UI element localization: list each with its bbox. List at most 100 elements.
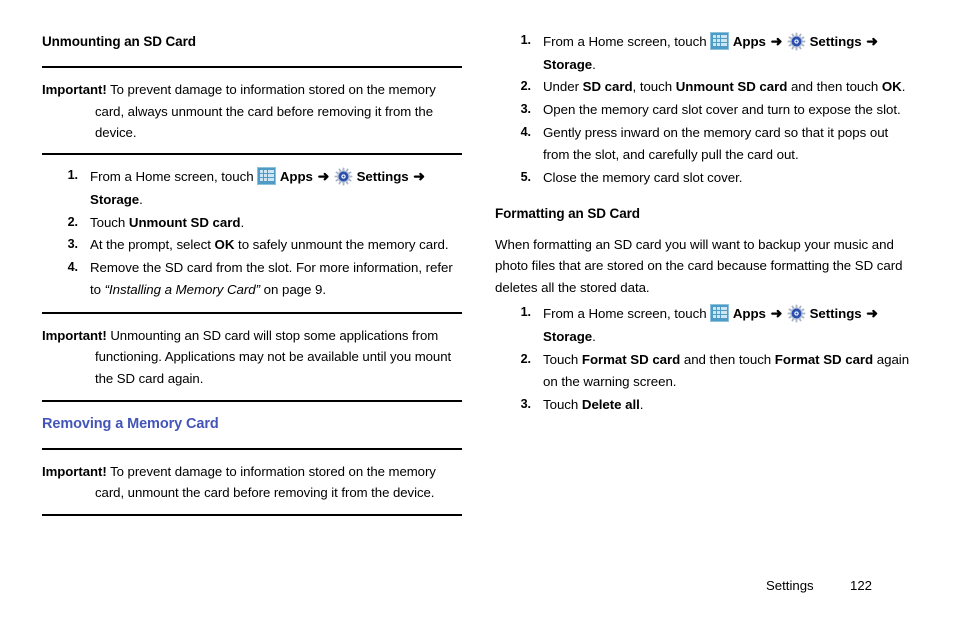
emphasis-bold: Apps: [732, 34, 766, 49]
step-text: From a Home screen, touch Apps ➜ Setting…: [90, 167, 426, 208]
emphasis-bold: OK: [214, 237, 235, 253]
step-text: Touch Delete all.: [543, 397, 643, 412]
right-arrow-icon: ➜: [770, 305, 783, 322]
text-run: on page 9.: [260, 282, 326, 298]
step-number: 2.: [67, 214, 78, 229]
list-item: 3. At the prompt, select OK to safely un…: [42, 234, 462, 257]
text-run: At the prompt, select: [90, 237, 215, 253]
step-text: Touch Unmount SD card.: [90, 215, 244, 230]
emphasis-bold: Settings: [809, 34, 862, 49]
text-run: and then touch: [787, 79, 882, 95]
step-text: Remove the SD card from the slot. For mo…: [90, 260, 453, 298]
emphasis-bold: OK: [881, 79, 902, 95]
list-item: 1. From a Home screen, touch Apps ➜ Sett…: [42, 165, 462, 211]
section-heading-formatting: Formatting an SD Card: [495, 206, 640, 222]
list-item: 1. From a Home screen, touch Apps ➜ Sett…: [495, 30, 915, 76]
steps-removing: 1. From a Home screen, touch Apps ➜ Sett…: [495, 30, 915, 189]
right-arrow-icon: ➜: [866, 305, 878, 322]
text-run: and then touch: [680, 351, 775, 367]
footer-page-number: 122: [850, 578, 873, 593]
emphasis-italic: “Installing a Memory Card”: [104, 282, 260, 298]
emphasis-bold: Format SD card: [774, 351, 874, 367]
important-note-1: Important! To prevent damage to informat…: [42, 79, 462, 143]
text-run: From a Home screen, touch: [90, 169, 258, 185]
emphasis-bold: Apps: [279, 169, 313, 185]
list-item: 4. Remove the SD card from the slot. For…: [42, 257, 462, 302]
text-run: Gently press inward on the memory card s…: [543, 124, 889, 163]
step-number: 1.: [67, 168, 78, 183]
important-text: To prevent damage to information stored …: [95, 463, 436, 500]
text-run: Touch: [543, 396, 582, 412]
list-item: 5. Close the memory card slot cover.: [495, 167, 915, 190]
emphasis-bold: SD card: [582, 79, 633, 95]
emphasis-bold: Unmount SD card: [128, 214, 241, 230]
emphasis-bold: Storage: [543, 328, 593, 344]
step-number: 1.: [520, 305, 531, 320]
section-heading-unmounting: Unmounting an SD Card: [42, 34, 196, 49]
emphasis-bold: Format SD card: [581, 351, 681, 367]
step-number: 3.: [520, 396, 531, 411]
list-item: 3. Touch Delete all.: [495, 394, 915, 417]
emphasis-bold: Settings: [809, 306, 862, 322]
step-text: Touch Format SD card and then touch Form…: [543, 352, 909, 390]
step-number: 2.: [520, 79, 531, 94]
apps-grid-icon: [710, 32, 730, 50]
text-run: Open the memory card slot cover and turn…: [543, 101, 901, 117]
step-text: Close the memory card slot cover.: [543, 170, 742, 185]
step-text: Open the memory card slot cover and turn…: [543, 102, 901, 117]
step-number: 2.: [520, 351, 531, 366]
emphasis-bold: Unmount SD card: [675, 79, 788, 95]
text-run: Under: [543, 79, 583, 95]
settings-gear-icon: [334, 167, 353, 186]
list-item: 2. Touch Format SD card and then touch F…: [495, 349, 915, 394]
text-run: Close the memory card slot cover.: [543, 169, 743, 185]
step-number: 5.: [520, 169, 531, 184]
step-number: 3.: [520, 101, 531, 116]
divider-rule: [42, 514, 462, 517]
text-run: .: [592, 56, 596, 72]
step-number: 4.: [520, 124, 531, 139]
important-text: Unmounting an SD card will stop some app…: [95, 328, 452, 386]
right-arrow-icon: ➜: [770, 33, 783, 49]
step-text: Under SD card, touch Unmount SD card and…: [543, 79, 905, 94]
step-number: 4.: [67, 259, 78, 274]
text-run: .: [240, 214, 245, 230]
steps-formatting: 1. From a Home screen, touch Apps ➜ Sett…: [495, 302, 915, 416]
emphasis-bold: Delete all: [581, 396, 640, 412]
emphasis-bold: Storage: [543, 56, 593, 72]
text-run: .: [901, 79, 906, 95]
text-run: , touch: [632, 79, 676, 95]
important-note-2: Important! Unmounting an SD card will st…: [42, 325, 462, 389]
step-number: 1.: [520, 33, 531, 47]
important-label: Important!: [42, 82, 107, 98]
important-label: Important!: [42, 463, 107, 479]
important-text: To prevent damage to information stored …: [95, 82, 436, 140]
text-run: .: [139, 192, 143, 208]
left-column: Unmounting an SD Card Important! To prev…: [42, 0, 462, 517]
step-text: From a Home screen, touch Apps ➜ Setting…: [543, 304, 879, 344]
text-run: Touch: [543, 351, 582, 367]
list-item: 4. Gently press inward on the memory car…: [495, 122, 915, 167]
text-run: From a Home screen, touch: [543, 306, 711, 322]
footer-section-label: Settings: [766, 578, 814, 593]
step-text: From a Home screen, touch Apps ➜ Setting…: [543, 32, 879, 72]
steps-unmounting: 1. From a Home screen, touch Apps ➜ Sett…: [42, 165, 462, 302]
settings-gear-icon: [787, 32, 806, 51]
text-run: From a Home screen, touch: [543, 34, 711, 49]
right-column: 1. From a Home screen, touch Apps ➜ Sett…: [495, 0, 915, 416]
apps-grid-icon: [257, 167, 277, 186]
text-run: Touch: [90, 214, 129, 230]
step-number: 3.: [67, 237, 78, 252]
text-run: to safely unmount the memory card.: [234, 237, 449, 253]
list-item: 2. Under SD card, touch Unmount SD card …: [495, 76, 915, 99]
emphasis-bold: Settings: [356, 169, 409, 185]
text-run: .: [592, 328, 596, 344]
right-arrow-icon: ➜: [866, 33, 878, 49]
formatting-intro-paragraph: When formatting an SD card you will want…: [495, 236, 903, 295]
section-heading-removing: Removing a Memory Card: [42, 416, 219, 433]
important-label: Important!: [42, 328, 107, 344]
document-page: Unmounting an SD Card Important! To prev…: [0, 0, 954, 636]
apps-grid-icon: [710, 304, 730, 323]
list-item: 3. Open the memory card slot cover and t…: [495, 99, 915, 122]
important-note-3: Important! To prevent damage to informat…: [42, 461, 462, 504]
